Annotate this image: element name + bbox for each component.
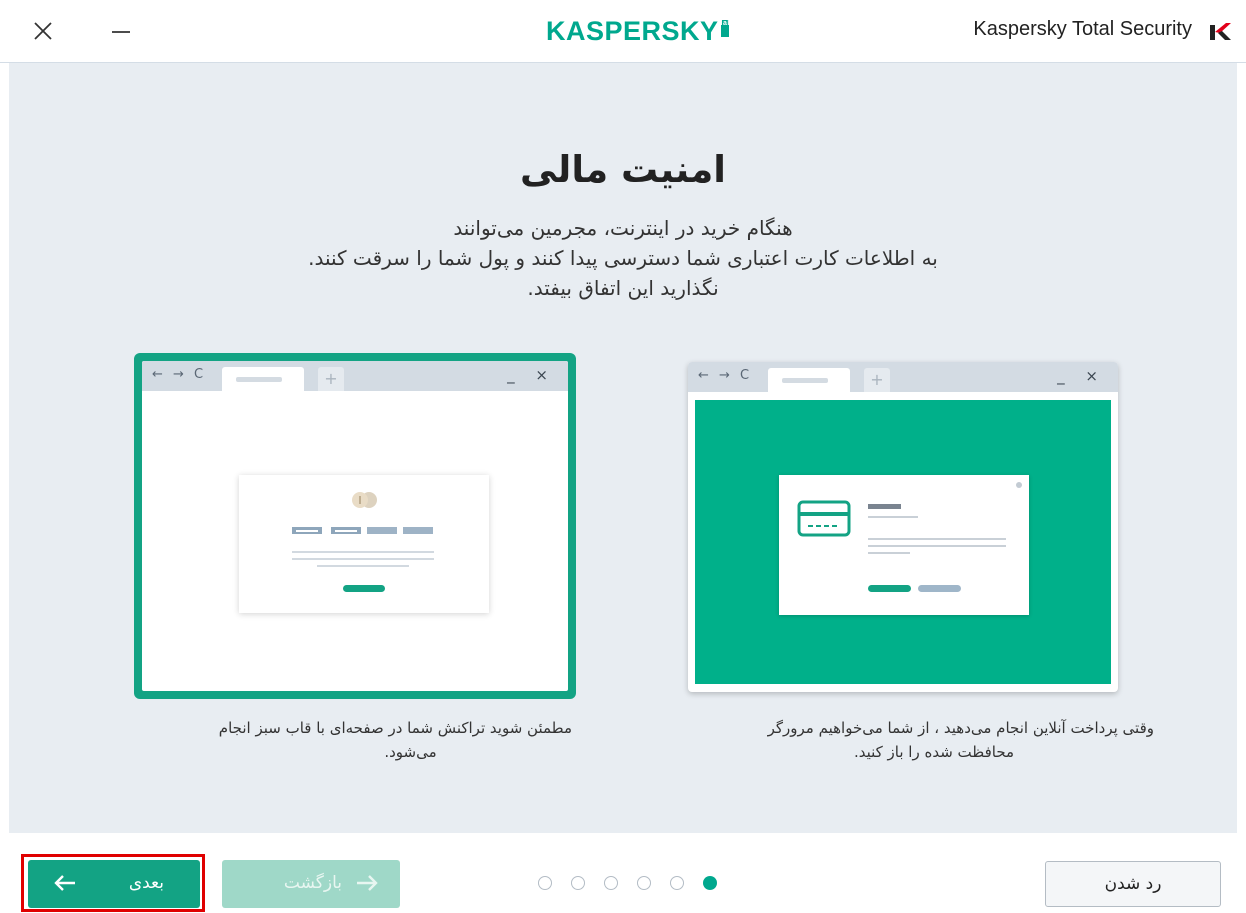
tab-title-placeholder (236, 377, 282, 382)
app-name: Kaspersky Total Security (973, 18, 1192, 40)
payment-card (239, 475, 489, 613)
next-label: بعدی (128, 873, 164, 893)
decline-label: رد شدن (1104, 874, 1162, 894)
close-button[interactable] (26, 14, 60, 48)
minimize-button[interactable] (104, 14, 138, 48)
description-line: نگذارید این اتفاق بیفتد. (527, 276, 719, 300)
description: هنگام خرید در اینترنت، مجرمین می‌توانند … (9, 213, 1237, 303)
browser-tab (768, 368, 850, 392)
brand-text: KASPERSKY (546, 16, 719, 46)
page-dot[interactable] (670, 876, 684, 890)
description-line: به اطلاعات کارت اعتباری شما دسترسی پیدا … (308, 246, 938, 270)
left-caption: مطمئن شوید تراکنش شما در صفحه‌ای با قاب … (109, 716, 572, 764)
browser-nav-icons: ← → C (152, 367, 207, 382)
title-bar: KASPERSKY lab Kaspersky Total Security (0, 0, 1246, 63)
page-dot[interactable] (637, 876, 651, 890)
back-label: بازگشت (283, 873, 342, 893)
main-panel: امنیت مالی هنگام خرید در اینترنت، مجرمین… (9, 63, 1237, 833)
new-tab-icon: + (318, 367, 344, 391)
caption-line: وقتی پرداخت آنلاین انجام می‌دهید ، از شم… (767, 719, 1154, 737)
caption-line: می‌شود. (384, 743, 437, 761)
browser-tab-bar: ← → C + _ × (142, 361, 568, 391)
browser-window: ← → C + _ × (142, 361, 568, 691)
page-dot-active[interactable] (703, 876, 717, 890)
page-title: امنیت مالی (520, 148, 726, 191)
close-icon (34, 22, 52, 40)
browser-window: ← → C + _ × (688, 362, 1118, 692)
tab-title-placeholder (782, 378, 828, 383)
payment-dialog (779, 475, 1029, 615)
back-button[interactable]: بازگشت (222, 860, 400, 908)
decline-button[interactable]: رد شدن (1045, 861, 1221, 907)
caption-line: محافظت شده را باز کنید. (853, 743, 1015, 761)
browser-tab (222, 367, 304, 391)
minimize-icon (112, 31, 130, 33)
kaspersky-k-icon (1210, 23, 1231, 40)
arrow-left-icon (54, 875, 75, 891)
coins-icon (292, 492, 434, 592)
brand-badge: lab (720, 20, 732, 37)
new-tab-icon: + (864, 368, 890, 392)
arrow-right-icon (357, 875, 378, 891)
browser-window-controls: _ × (507, 366, 556, 384)
next-button[interactable]: بعدی (28, 860, 200, 908)
browser-window-controls: _ × (1057, 367, 1106, 385)
right-caption: وقتی پرداخت آنلاین انجام می‌دهید ، از شم… (664, 716, 1154, 764)
footer-bar: بعدی بازگشت رد شدن (0, 834, 1246, 913)
payment-browser-illustration: ← → C + _ × (688, 362, 1118, 692)
page-dot[interactable] (604, 876, 618, 890)
page-dot[interactable] (571, 876, 585, 890)
kaspersky-logo: KASPERSKY lab (546, 16, 732, 47)
page-dot[interactable] (538, 876, 552, 890)
credit-card-icon (797, 482, 1022, 592)
browser-nav-icons: ← → C (698, 368, 753, 383)
description-line: هنگام خرید در اینترنت، مجرمین می‌توانند (453, 216, 793, 240)
caption-line: مطمئن شوید تراکنش شما در صفحه‌ای با قاب … (218, 719, 572, 737)
protected-browser-illustration: ← → C + _ × (134, 353, 576, 699)
browser-tab-bar: ← → C + _ × (688, 362, 1118, 392)
